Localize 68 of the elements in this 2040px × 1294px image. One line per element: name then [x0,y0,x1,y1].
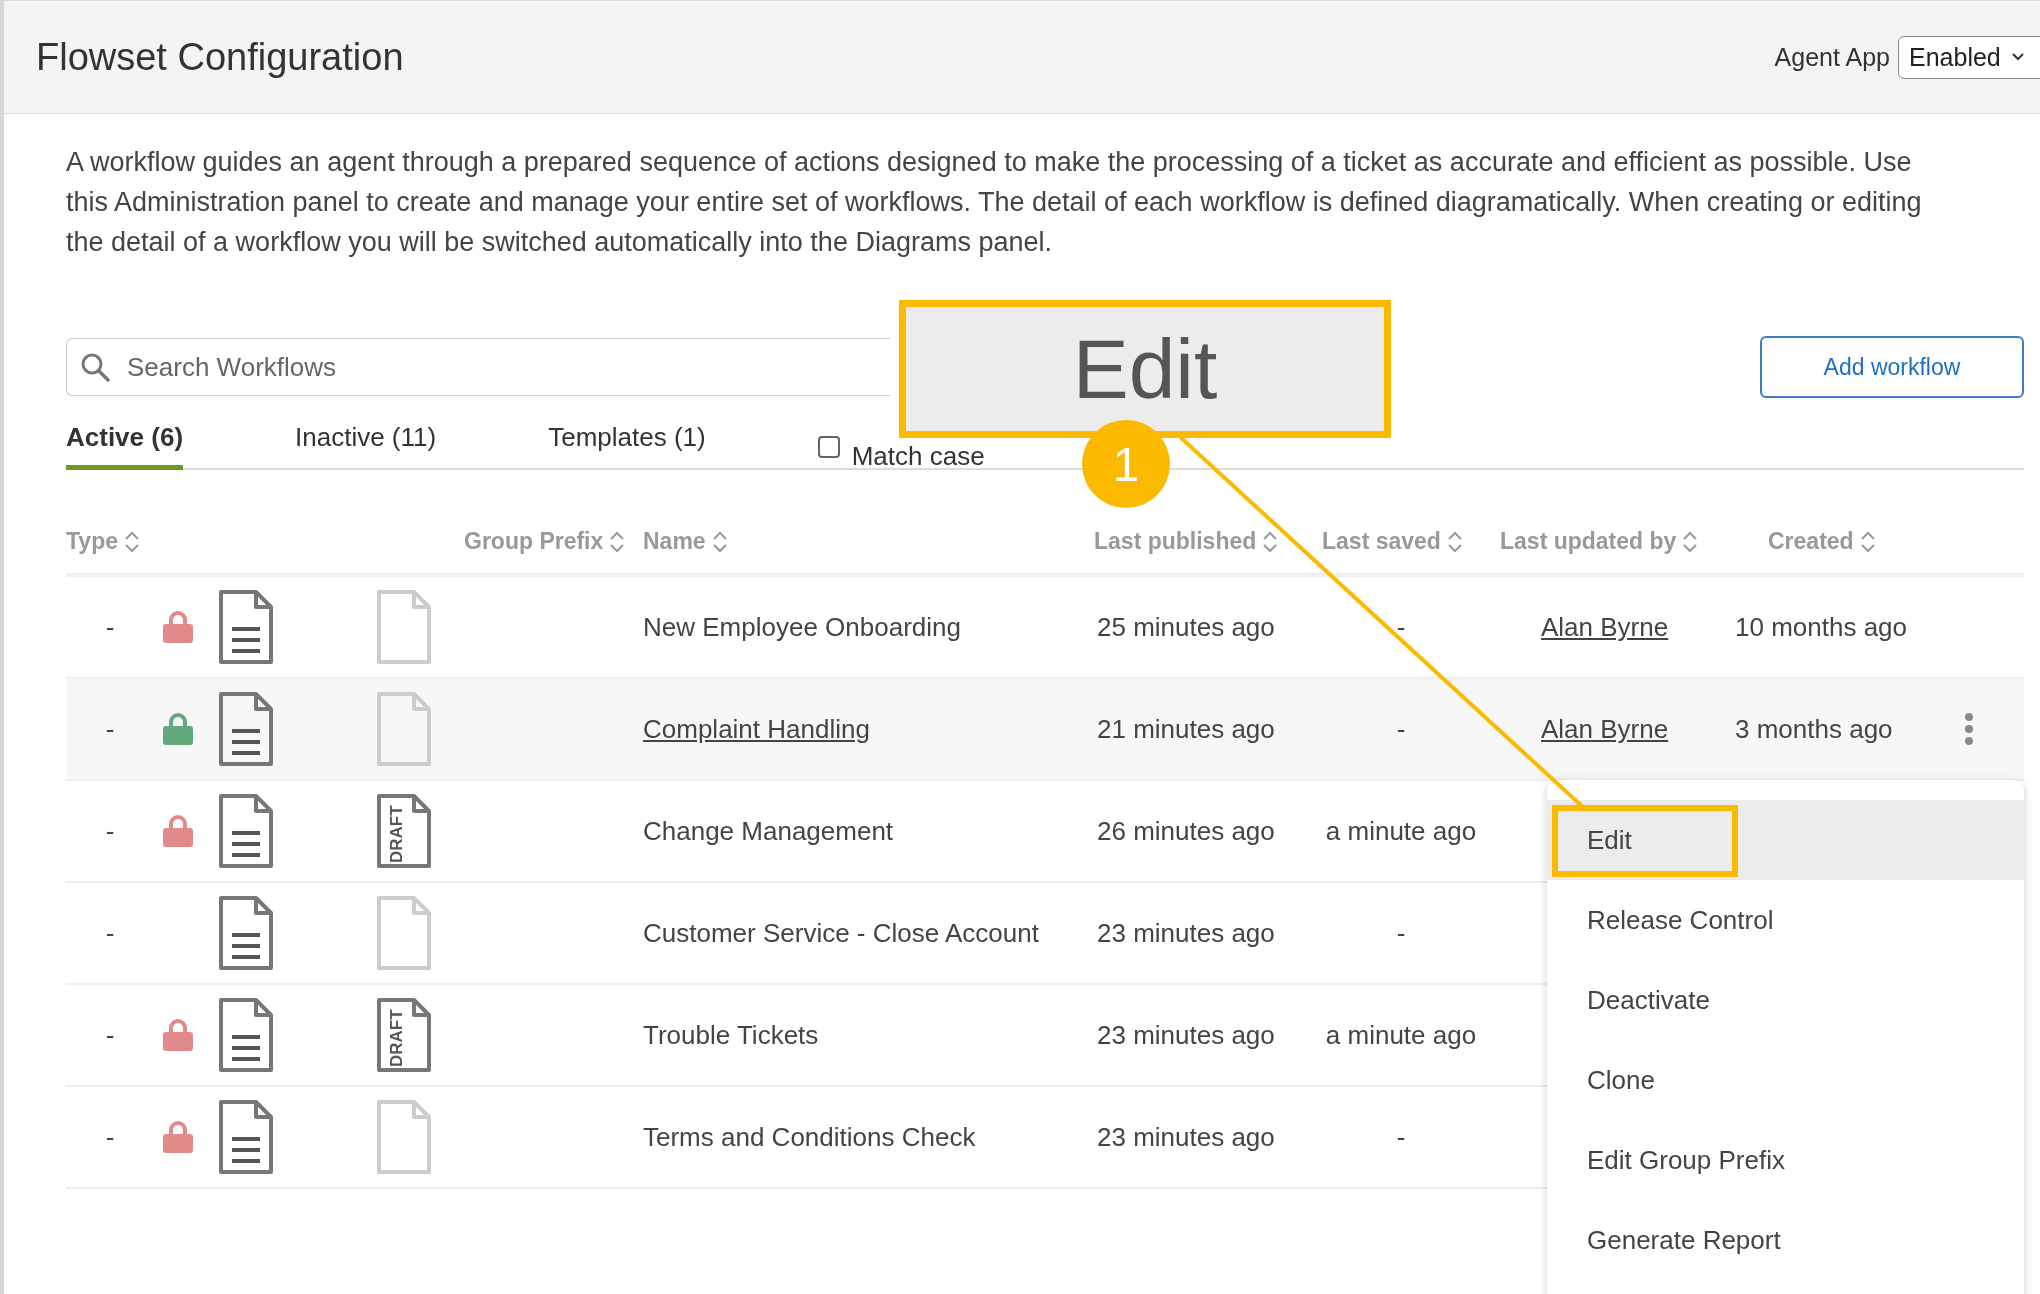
match-case-label: Match case [851,441,985,472]
zoom-callout: Edit [899,300,1391,438]
tab[interactable]: Active (6) [66,422,184,470]
caret-icon [2010,52,2025,62]
workflow-name[interactable]: New Employee Onboarding [643,611,1097,643]
saved-cell-text: - [1395,713,1407,745]
published-cell-text: 23 minutes ago [1097,1121,1276,1153]
published-cell-text: 25 minutes ago [1097,611,1276,643]
menu-item[interactable]: Edit Group Prefix [1547,1120,2024,1200]
sort-icon[interactable] [1262,529,1279,554]
tab[interactable]: Templates (1) [548,422,706,470]
document-icon [218,691,274,767]
sort-icon[interactable] [711,529,728,554]
saved-cell-text: - [1395,1121,1407,1153]
sort-icon[interactable] [1446,529,1463,554]
user-link[interactable]: Alan Byrne [1541,611,1669,643]
saved-cell-text: a minute ago [1324,1019,1478,1051]
document-icon [218,997,274,1073]
type-cell-text: - [104,917,116,949]
sort-icon[interactable] [1859,529,1876,554]
workflow-name[interactable]: Complaint Handling [643,713,1097,745]
tab[interactable]: Inactive (11) [295,422,437,470]
more-icon[interactable] [1964,712,1974,746]
published-cell-text: 23 minutes ago [1097,917,1276,949]
blank-document-icon [376,589,432,665]
document-icon [218,1099,274,1175]
agent-app-label: Agent App [1774,42,1890,72]
workflow-name[interactable]: Customer Service - Close Account [643,917,1097,949]
sort-icon[interactable] [609,529,626,554]
menu-item[interactable]: Clone [1547,1040,2024,1120]
document-icon [218,895,274,971]
blank-document-icon [376,691,432,767]
document-icon [218,589,274,665]
page-title: Flowset Configuration [36,35,404,79]
menu-item[interactable]: Generate Report [1547,1200,2024,1280]
created-cell: 3 months ago [1735,713,1893,745]
search-icon [80,352,110,382]
saved-cell-text: - [1395,917,1407,949]
created-cell: 10 months ago [1735,611,1907,643]
blank-document-icon [376,895,432,971]
workflow-name[interactable]: Terms and Conditions Check [643,1121,1097,1153]
workflow-name[interactable]: Trouble Tickets [643,1019,1097,1051]
search-field[interactable]: Search Workflows [66,338,890,396]
step-badge: 1 [1082,420,1170,508]
description-text: A workflow guides an agent through a prepared sequence of actions designed to make the processing of a ticket as accurate and efficient as possible. Use this Administration panel to create and manage your entire set of workflows. The detail of each workflow is defined diagramatically. When creating or editing the detail of a workflow you will be switched automatically into the Diagrams panel. [66,146,1923,259]
blank-document-icon [376,1099,432,1175]
type-cell-text: - [104,815,116,847]
match-case-checkbox[interactable] [817,435,840,458]
workflow-name[interactable]: Change Management [643,815,1097,847]
menu-item[interactable]: Deactivate [1547,960,2024,1040]
type-cell-text: - [104,611,116,643]
type-cell-text: - [104,1019,116,1051]
add-workflow-button[interactable]: Add workflow [1760,336,2024,398]
sort-icon[interactable] [1682,529,1699,554]
sort-icon[interactable] [124,529,140,554]
menu-item[interactable]: Release Control [1547,880,2024,960]
type-cell-text: - [104,1121,116,1153]
agent-app-select[interactable]: Enabled [1898,35,2040,79]
table-row[interactable]: - Complaint Handling 21 minutes ago - Alan Byrne 3 months ago [66,679,2024,781]
type-cell-text: - [104,713,116,745]
published-cell-text: 23 minutes ago [1097,1019,1276,1051]
published-cell-text: 21 minutes ago [1097,713,1276,745]
saved-cell-text: a minute ago [1324,815,1478,847]
published-cell-text: 26 minutes ago [1097,815,1276,847]
document-icon [218,793,274,869]
saved-cell-text: - [1395,611,1407,643]
menu-item[interactable]: Edit [1547,800,2024,880]
user-link[interactable]: Alan Byrne [1541,713,1669,745]
